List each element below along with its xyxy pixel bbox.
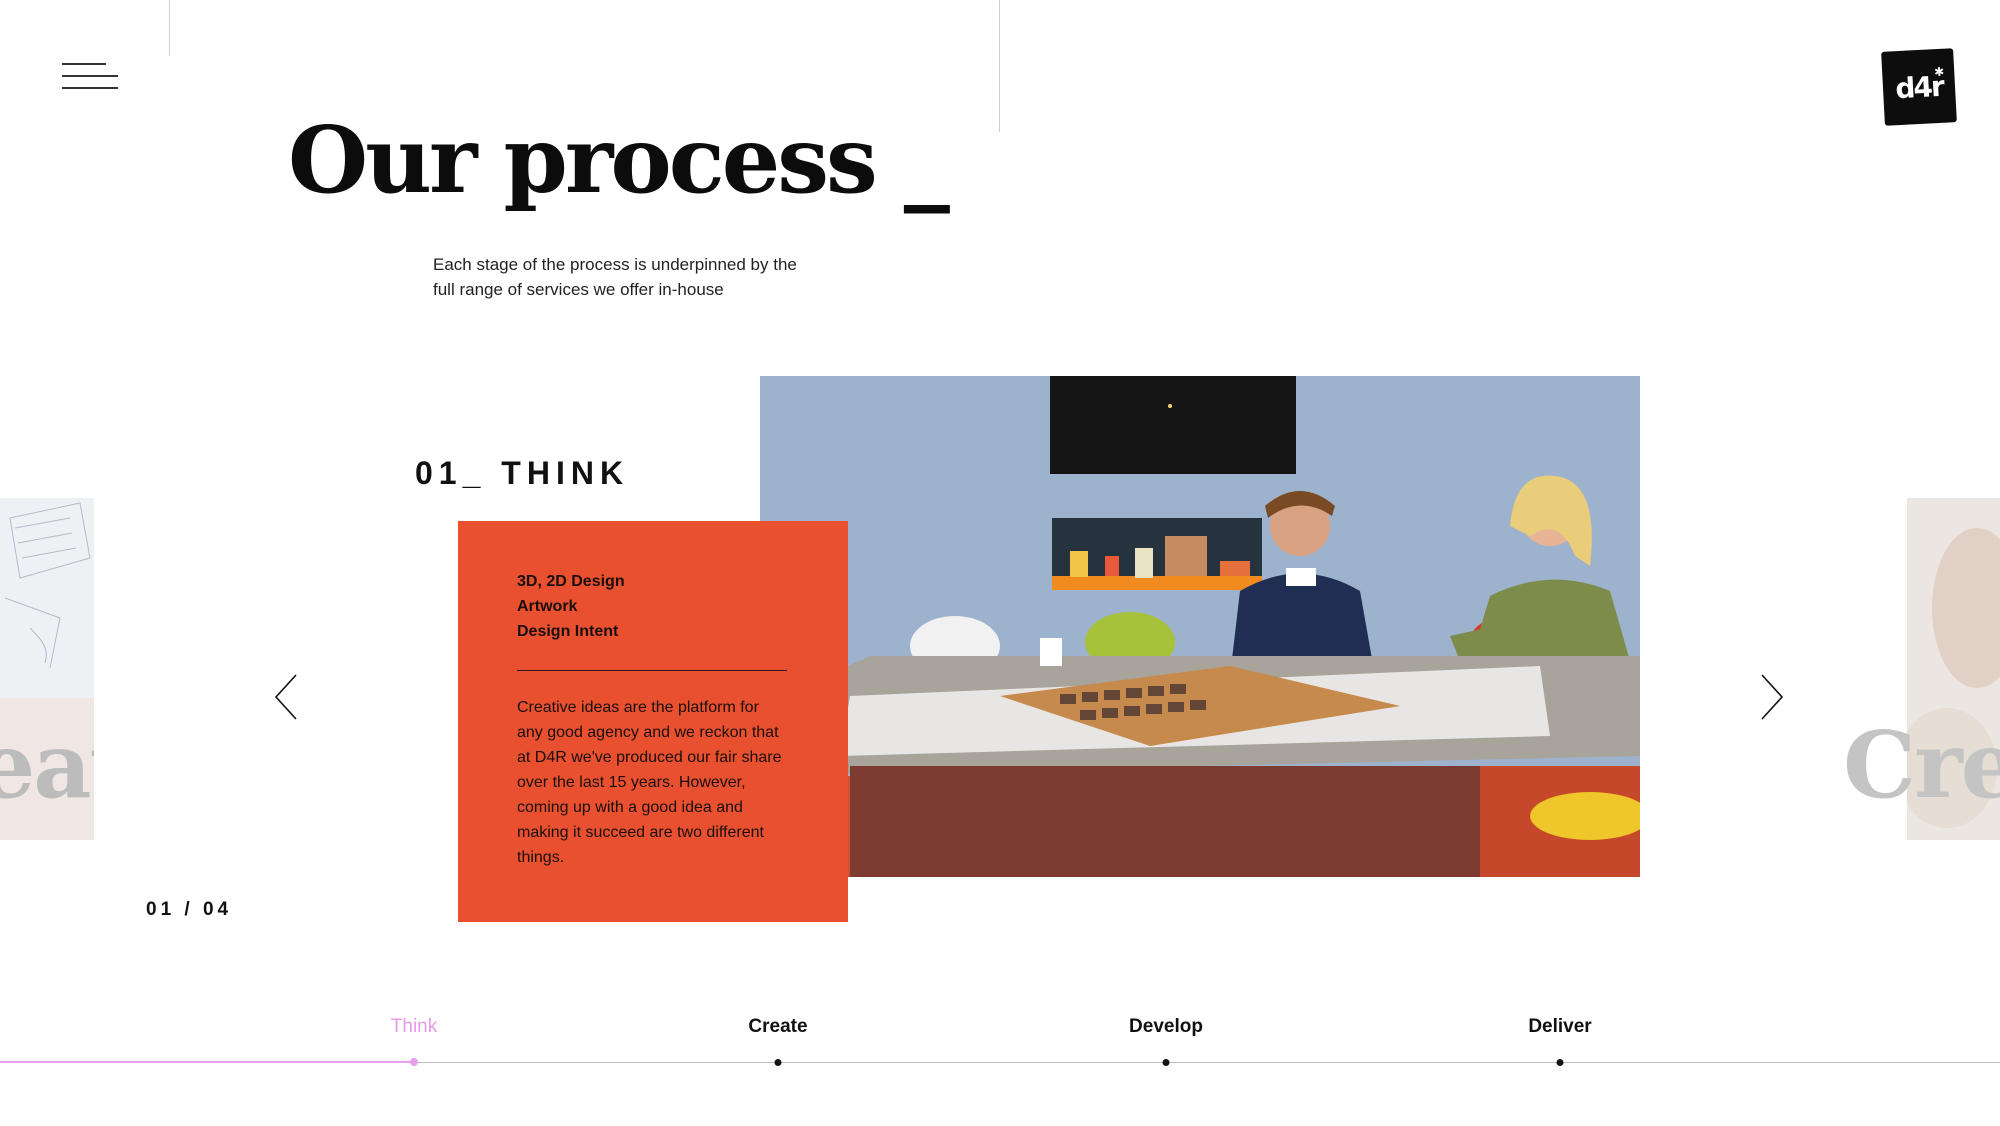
timeline-dot-develop[interactable] [1162,1059,1170,1066]
service-item: Design Intent [517,623,619,640]
timeline-progress [0,1061,414,1063]
info-card: 3D, 2D Design Artwork Design Intent Crea… [458,521,848,922]
service-item: Artwork [517,598,578,615]
service-item: 3D, 2D Design [517,573,625,590]
timeline-dot-create[interactable] [774,1059,782,1066]
chevron-left-icon[interactable] [272,672,308,722]
previous-slide-preview[interactable]: eate [0,498,94,840]
timeline-step-deliver[interactable]: Deliver [1528,1016,1591,1038]
decorative-line-left [169,0,170,56]
team-meeting-photo [760,376,1640,877]
timeline-step-develop[interactable]: Develop [1129,1016,1203,1038]
previous-slide-label: eate [0,713,94,819]
d4r-logo[interactable]: d4r ✱ [1881,48,1957,126]
card-divider [517,670,787,671]
slide-heading: 01_ THINK [415,455,630,491]
slide-counter: 01 / 04 [146,899,233,920]
card-description: Creative ideas are the platform for any … [517,699,782,866]
photo-illustration [760,376,1640,877]
timeline-step-create[interactable]: Create [748,1016,807,1038]
timeline-dot-think[interactable] [410,1058,418,1066]
logo-star-icon: ✱ [1933,64,1945,80]
page-subtitle: Each stage of the process is underpinned… [433,255,797,299]
timeline-dot-deliver[interactable] [1556,1059,1564,1066]
hamburger-icon[interactable] [62,63,118,91]
chevron-right-icon[interactable] [1752,672,1788,722]
next-slide-label: Crea [1843,711,2000,819]
decorative-line-center [999,0,1000,132]
page-title: Our process _ [288,106,950,214]
timeline-step-think[interactable]: Think [391,1016,437,1038]
